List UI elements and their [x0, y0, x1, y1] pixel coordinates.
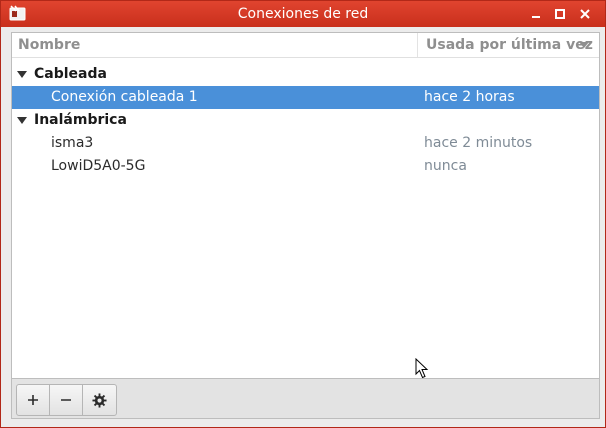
connections-list[interactable]: Nombre Usada por última vez Cableada Con…	[11, 32, 600, 379]
sort-descending-icon	[579, 42, 589, 48]
close-button[interactable]	[575, 4, 595, 24]
maximize-button[interactable]	[550, 4, 570, 24]
remove-icon	[61, 399, 71, 401]
column-header-last-used-label: Usada por última vez	[426, 37, 593, 53]
expander-expanded-icon[interactable]	[17, 71, 27, 78]
add-icon	[28, 395, 38, 405]
close-icon	[580, 9, 590, 19]
group-label-wireless: Inalámbrica	[34, 112, 127, 128]
connection-last-used: hace 2 horas	[424, 89, 515, 105]
toolbar-button-group	[16, 384, 117, 416]
mouse-pointer-icon	[415, 358, 429, 379]
group-row-wireless[interactable]: Inalámbrica	[12, 109, 599, 132]
connection-row-wired-1[interactable]: Conexión cableada 1 hace 2 horas	[12, 86, 599, 109]
group-label-wired: Cableada	[34, 66, 107, 82]
add-connection-button[interactable]	[17, 385, 50, 415]
connection-row-isma3[interactable]: isma3 hace 2 minutos	[12, 132, 599, 155]
connection-name: Conexión cableada 1	[51, 89, 198, 105]
connection-last-used: hace 2 minutos	[424, 135, 533, 151]
column-header-last-used[interactable]: Usada por última vez	[419, 33, 599, 57]
minimize-button[interactable]	[526, 4, 546, 24]
settings-gear-icon	[92, 392, 107, 408]
group-row-wired[interactable]: Cableada	[12, 63, 599, 86]
list-header: Nombre Usada por última vez	[12, 33, 599, 58]
network-connections-window: Conexiones de red Nombre Usada por últim…	[0, 0, 606, 428]
window-title: Conexiones de red	[237, 6, 369, 22]
maximize-icon	[555, 9, 565, 19]
window-content: Nombre Usada por última vez Cableada Con…	[4, 27, 602, 423]
minimize-icon	[532, 16, 540, 18]
bottom-toolbar	[11, 379, 600, 419]
connection-last-used: nunca	[424, 158, 467, 174]
connection-name: isma3	[51, 135, 94, 151]
expander-expanded-icon[interactable]	[17, 117, 27, 124]
connection-name: LowiD5A0-5G	[51, 158, 146, 174]
column-header-name[interactable]: Nombre	[12, 33, 418, 57]
connection-row-lowi[interactable]: LowiD5A0-5G nunca	[12, 155, 599, 178]
remove-connection-button[interactable]	[50, 385, 83, 415]
edit-connection-settings-button[interactable]	[83, 385, 116, 415]
title-bar[interactable]: Conexiones de red	[1, 1, 605, 27]
